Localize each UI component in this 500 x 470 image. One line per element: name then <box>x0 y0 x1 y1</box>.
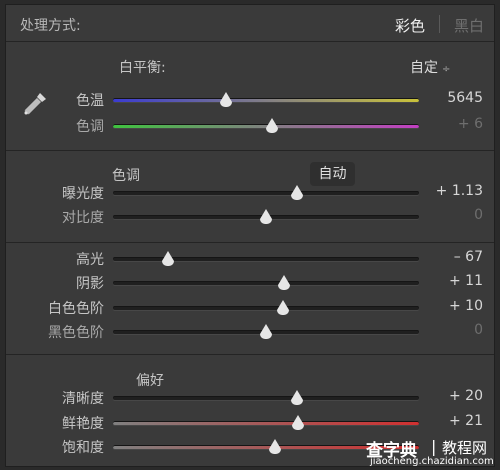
slider-thumb[interactable] <box>260 324 272 339</box>
slider-label: 阴影 <box>76 276 104 292</box>
slider-value[interactable]: + 11 <box>423 273 483 289</box>
treatment-header: 处理方式: 彩色 黑白 <box>6 5 494 42</box>
slider-track[interactable] <box>113 421 419 425</box>
chevron-updown-icon: ÷ <box>442 64 451 75</box>
preset-value: 自定 <box>410 60 438 76</box>
color-mode-button[interactable]: 彩色 <box>395 15 425 36</box>
slider-label: 高光 <box>76 252 104 268</box>
slider-thumb[interactable] <box>260 209 272 224</box>
watermark-lesson: 教程网 <box>442 439 488 457</box>
slider-value[interactable]: + 6 <box>423 116 483 132</box>
slider-track[interactable] <box>113 98 419 102</box>
slider-thumb[interactable] <box>162 251 175 266</box>
watermark: 查字典 | 教程网 jiaocheng.chazidian.com <box>362 436 494 467</box>
slider-label: 对比度 <box>62 210 104 226</box>
slider-thumb[interactable] <box>276 300 289 315</box>
watermark-pipe: | <box>431 437 437 456</box>
presence-label: 偏好 <box>136 373 164 389</box>
slider-value[interactable]: 5645 <box>423 90 483 106</box>
slider-value[interactable]: + 21 <box>423 413 483 429</box>
slider-thumb[interactable] <box>220 92 233 107</box>
tone-label: 色调 <box>112 168 140 184</box>
white-balance-preset-select[interactable]: 自定 ÷ <box>410 57 450 77</box>
treatment-label: 处理方式: <box>20 18 81 34</box>
slider-thumb[interactable] <box>278 275 291 290</box>
slider-label: 黑色色阶 <box>48 325 104 341</box>
auto-tone-button[interactable]: 自动 <box>310 162 355 186</box>
basic-panel: 处理方式: 彩色 黑白 白平衡: 自定 ÷ 色调 自动 偏好 色温 5645 色调 + … <box>5 4 495 467</box>
slider-thumb[interactable] <box>292 415 305 430</box>
slider-thumb[interactable] <box>269 439 282 454</box>
watermark-url: jiaocheng.chazidian.com <box>370 456 494 467</box>
slider-label: 白色色阶 <box>48 301 104 317</box>
slider-label: 色温 <box>76 93 104 109</box>
mode-separator <box>439 15 440 33</box>
slider-track[interactable] <box>113 396 419 400</box>
slider-track[interactable] <box>113 257 419 261</box>
bw-mode-button[interactable]: 黑白 <box>454 15 484 36</box>
slider-label: 色调 <box>76 119 104 135</box>
slider-thumb[interactable] <box>290 390 303 405</box>
slider-label: 饱和度 <box>62 440 104 456</box>
slider-thumb[interactable] <box>290 185 303 200</box>
slider-track[interactable] <box>113 306 419 310</box>
slider-label: 清晰度 <box>62 391 104 407</box>
slider-label: 鲜艳度 <box>62 416 104 432</box>
slider-value[interactable]: + 10 <box>423 298 483 314</box>
slider-value[interactable]: + 20 <box>423 388 483 404</box>
slider-track[interactable] <box>113 191 419 195</box>
slider-value[interactable]: – 67 <box>423 249 483 265</box>
slider-thumb[interactable] <box>266 118 279 133</box>
slider-label: 曝光度 <box>62 186 104 202</box>
white-balance-label: 白平衡: <box>119 60 166 76</box>
slider-track[interactable] <box>113 281 419 285</box>
slider-value[interactable]: 0 <box>423 207 483 223</box>
slider-value[interactable]: + 1.13 <box>423 183 483 199</box>
slider-value[interactable]: 0 <box>423 322 483 338</box>
